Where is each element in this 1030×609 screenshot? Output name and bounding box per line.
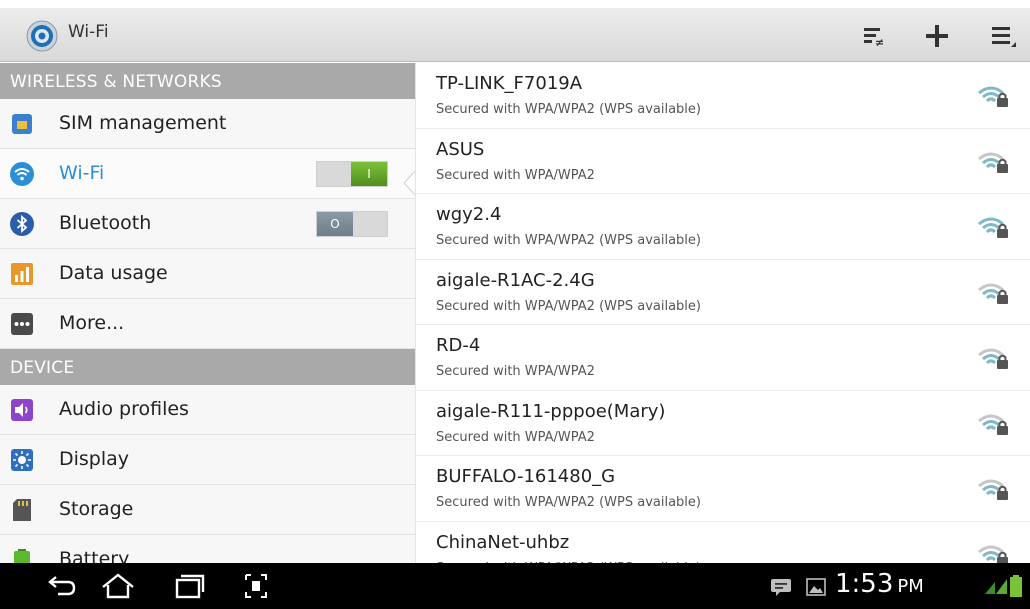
notification-icon[interactable] (770, 578, 792, 596)
bluetooth-icon (10, 212, 34, 236)
data-usage-icon (11, 263, 33, 285)
wifi-network-row[interactable]: aigale-R111-pppoe(Mary) Secured with WPA/… (416, 391, 1030, 456)
network-ssid: aigale-R111-pppoe(Mary) (436, 400, 666, 422)
wifi-network-row[interactable]: wgy2.4 Secured with WPA/WPA2 (WPS availab… (416, 194, 1030, 260)
sd-card-icon (13, 499, 31, 521)
sidebar-item-label: Battery (59, 548, 130, 563)
wifi-signal-locked-icon (978, 479, 1008, 500)
sidebar-item-data-usage[interactable]: Data usage (0, 249, 415, 299)
section-header-device: DEVICE (0, 349, 415, 385)
action-bar: Wi-Fi ≠ (0, 8, 1030, 62)
network-ssid: ChinaNet-uhbz (436, 531, 570, 553)
sidebar-item-label: Bluetooth (59, 212, 152, 234)
screenshot-button[interactable] (236, 571, 276, 601)
wps-button[interactable]: ≠ (855, 16, 895, 56)
back-button[interactable] (42, 571, 82, 601)
network-security: Secured with WPA/WPA2 (436, 167, 595, 183)
network-security: Secured with WPA/WPA2 (WPS available) (436, 233, 701, 248)
sidebar-item-label: SIM management (59, 112, 227, 134)
network-ssid: TP-LINK_F7019A (436, 73, 583, 94)
sidebar-item-label: Data usage (59, 262, 168, 284)
wifi-signal-locked-icon (978, 414, 1008, 435)
wifi-network-row[interactable]: RD-4 Secured with WPA/WPA2 (416, 325, 1030, 391)
network-security: Secured with WPA/WPA2 (436, 364, 595, 379)
wifi-signal-locked-icon (978, 86, 1008, 107)
wifi-network-row[interactable]: TP-LINK_F7019A Secured with WPA/WPA2 (WPS… (416, 63, 1030, 129)
clock: 1:53 PM (835, 569, 924, 599)
speaker-icon (11, 399, 33, 421)
section-header-wireless: WIRELESS & NETWORKS (0, 63, 415, 99)
sidebar-item-bluetooth[interactable]: Bluetooth O (0, 199, 415, 249)
network-ssid: wgy2.4 (436, 204, 502, 225)
page-title: Wi-Fi (68, 22, 109, 42)
toggle-knob: O (317, 212, 353, 236)
sidebar-item-sim-management[interactable]: SIM management (0, 99, 415, 149)
wifi-signal-locked-icon (978, 152, 1008, 173)
screenshot-icon (245, 574, 267, 598)
overflow-menu-icon (992, 27, 1016, 47)
wifi-signal-locked-icon (978, 545, 1008, 563)
clock-time: 1:53 (835, 569, 894, 599)
settings-category-list: WIRELESS & NETWORKS SIM management Wi-Fi… (0, 63, 415, 563)
wps-icon: ≠ (864, 28, 884, 49)
add-network-button[interactable] (917, 16, 957, 56)
network-security: Secured with WPA/WPA2 (WPS available) (436, 102, 701, 117)
network-ssid: BUFFALO-161480_G (436, 466, 616, 487)
network-security: Secured with WPA/WPA2 (WPS available) (436, 298, 701, 314)
toggle-knob: I (351, 162, 387, 186)
back-icon (48, 576, 76, 596)
sidebar-item-wifi[interactable]: Wi-Fi I (0, 149, 415, 199)
network-ssid: RD-4 (436, 335, 481, 356)
sidebar-item-battery[interactable]: Battery (0, 535, 415, 563)
battery-icon (14, 549, 30, 563)
sidebar-item-storage[interactable]: Storage (0, 485, 415, 535)
sidebar-item-audio-profiles[interactable]: Audio profiles (0, 385, 415, 435)
wifi-icon (10, 162, 34, 186)
wifi-signal-locked-icon (978, 283, 1008, 304)
gallery-icon[interactable] (806, 578, 826, 596)
overflow-menu-button[interactable] (982, 16, 1022, 56)
more-icon (11, 313, 33, 335)
sim-card-icon (12, 114, 32, 134)
sidebar-item-label: Audio profiles (59, 398, 189, 420)
wifi-signal-locked-icon (978, 348, 1008, 369)
wifi-toggle[interactable]: I (316, 161, 388, 187)
add-network-icon (926, 25, 948, 47)
sidebar-item-display[interactable]: Display (0, 435, 415, 485)
network-ssid: ASUS (436, 138, 485, 160)
recent-apps-icon (175, 574, 205, 599)
wifi-network-list: TP-LINK_F7019A Secured with WPA/WPA2 (WPS… (415, 63, 1030, 563)
bluetooth-toggle[interactable]: O (316, 211, 388, 237)
signal-icon (985, 579, 1007, 594)
battery-status-icon (1010, 575, 1022, 597)
network-security: Secured with WPA/WPA2 (WPS available) (436, 495, 701, 510)
system-bar: 1:53 PM (0, 563, 1030, 609)
sidebar-item-label: More... (59, 312, 125, 334)
clock-ampm: PM (897, 576, 924, 597)
wifi-signal-locked-icon (978, 217, 1008, 238)
display-icon (11, 449, 33, 471)
wifi-network-row[interactable]: aigale-R1AC-2.4G Secured with WPA/WPA2 (W… (416, 260, 1030, 325)
wifi-network-row[interactable]: BUFFALO-161480_G Secured with WPA/WPA2 (W… (416, 456, 1030, 522)
network-security: Secured with WPA/WPA2 (436, 429, 595, 445)
wifi-network-row[interactable]: ASUS Secured with WPA/WPA2 (416, 129, 1030, 194)
home-icon (102, 573, 134, 599)
svg-text:≠: ≠ (875, 36, 884, 49)
wifi-network-row[interactable]: ChinaNet-uhbzSecured with WPA/WPA2 (WPS … (416, 522, 1030, 563)
network-ssid: aigale-R1AC-2.4G (436, 269, 595, 291)
sidebar-item-more[interactable]: More... (0, 299, 415, 349)
sidebar-item-label: Display (59, 448, 130, 470)
sidebar-item-label: Storage (59, 498, 134, 520)
home-button[interactable] (98, 571, 138, 601)
settings-gear-icon[interactable] (26, 20, 58, 52)
recent-apps-button[interactable] (168, 571, 208, 601)
sidebar-item-label: Wi-Fi (59, 162, 105, 184)
